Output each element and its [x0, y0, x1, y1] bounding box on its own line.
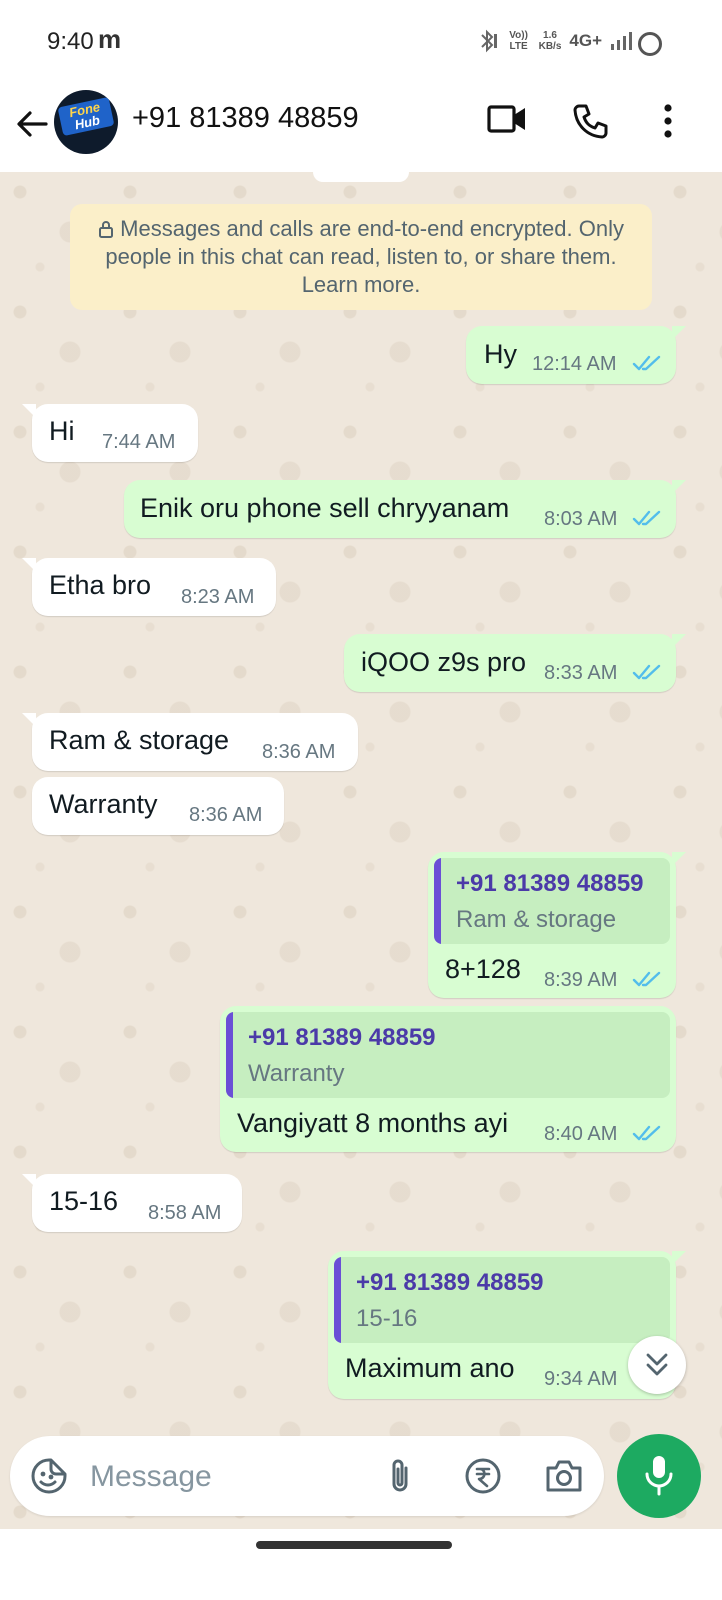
- chat-area[interactable]: Messages and calls are end-to-end encryp…: [0, 172, 722, 1529]
- message-time: 9:34 AM: [544, 1368, 618, 1390]
- message-time: 8:36 AM: [262, 741, 336, 763]
- message-text: Hi: [49, 416, 75, 446]
- video-call-icon[interactable]: [486, 102, 528, 136]
- message-composer: [10, 1436, 604, 1516]
- quoted-message[interactable]: +91 81389 48859 Warranty: [226, 1012, 670, 1098]
- encryption-notice[interactable]: Messages and calls are end-to-end encryp…: [70, 204, 652, 310]
- status-time: 9:40: [47, 28, 94, 55]
- signal-icon: [611, 32, 632, 50]
- network-speed: 1.6 KB/s: [539, 30, 562, 52]
- quote-text: Ram & storage: [456, 906, 617, 933]
- message-bubble-incoming[interactable]: Ram & storage 8:36 AM: [22, 713, 358, 771]
- message-time: 8:23 AM: [181, 586, 255, 608]
- home-indicator[interactable]: [256, 1541, 452, 1549]
- back-arrow-icon[interactable]: [14, 106, 50, 142]
- message-text: Enik oru phone sell chryyanam: [140, 493, 510, 523]
- quote-bar: [434, 858, 441, 944]
- chat-header: Fone Hub +91 81389 48859: [0, 86, 722, 172]
- read-receipt-icon: [632, 1125, 661, 1141]
- voice-record-button[interactable]: [617, 1434, 701, 1518]
- encryption-text: Messages and calls are end-to-end encryp…: [90, 215, 632, 299]
- scroll-to-bottom-button[interactable]: [628, 1336, 686, 1394]
- quoted-message[interactable]: +91 81389 48859 15-16: [334, 1257, 670, 1343]
- bubble-tail: [672, 852, 686, 866]
- more-options-icon[interactable]: [660, 102, 676, 140]
- voice-call-icon[interactable]: [572, 102, 610, 140]
- carrier-glyph: m: [98, 24, 122, 54]
- message-input[interactable]: [88, 1448, 372, 1506]
- message-text: Etha bro: [49, 570, 152, 600]
- avatar-logo: Fone Hub: [57, 96, 115, 137]
- quote-author: +91 81389 48859: [248, 1024, 436, 1051]
- double-chevron-down-icon: [646, 1353, 668, 1376]
- quote-text: 15-16: [356, 1305, 418, 1332]
- bubble-tail: [672, 480, 686, 494]
- bubble-tail: [22, 1174, 36, 1188]
- message-bubble-incoming[interactable]: Etha bro 8:23 AM: [22, 558, 276, 616]
- network-type: 4G+: [569, 31, 602, 50]
- read-receipt-icon: [632, 510, 661, 526]
- date-pill: [313, 172, 409, 182]
- message-time: 12:14 AM: [532, 353, 617, 375]
- lock-icon: [99, 221, 114, 238]
- message-text: Warranty: [49, 789, 158, 819]
- speed-unit: KB/s: [538, 41, 562, 52]
- rupee-payment-icon[interactable]: [464, 1457, 502, 1495]
- message-time: 8:03 AM: [544, 508, 618, 530]
- bubble-tail: [22, 713, 36, 727]
- quote-text: Warranty: [248, 1060, 345, 1087]
- quote-author: +91 81389 48859: [456, 870, 644, 897]
- status-icons: Vo)) LTE 1.6 KB/s 4G+: [477, 28, 632, 54]
- battery-ring-icon: [638, 32, 662, 56]
- bubble-tail: [672, 326, 686, 340]
- message-time: 8:40 AM: [544, 1123, 618, 1145]
- bubble-tail: [672, 634, 686, 648]
- bubble-tail: [672, 1251, 686, 1265]
- message-time: 8:39 AM: [544, 969, 618, 991]
- message-bubble-outgoing[interactable]: +91 81389 48859 15-16 Maximum ano 9:34 A…: [328, 1251, 686, 1399]
- status-bar: 9:40 m Vo)) LTE 1.6 KB/s 4G+: [0, 0, 722, 86]
- message-time: 8:36 AM: [189, 804, 263, 826]
- encryption-message: Messages and calls are end-to-end encryp…: [105, 216, 624, 297]
- read-receipt-icon: [632, 664, 661, 680]
- quoted-message[interactable]: +91 81389 48859 Ram & storage: [434, 858, 670, 944]
- quote-bar: [226, 1012, 233, 1098]
- contact-name[interactable]: +91 81389 48859: [132, 102, 359, 135]
- bluetooth-icon: [480, 29, 497, 53]
- message-text: Hy: [484, 339, 517, 369]
- sticker-icon[interactable]: [30, 1457, 68, 1495]
- read-receipt-icon: [632, 355, 661, 371]
- volte-indicator: Vo)) LTE: [509, 30, 528, 52]
- mic-icon: [645, 1456, 673, 1496]
- message-bubble-outgoing[interactable]: Enik oru phone sell chryyanam 8:03 AM: [124, 480, 686, 538]
- attach-icon[interactable]: [386, 1456, 414, 1496]
- message-text: iQOO z9s pro: [361, 647, 527, 677]
- message-text: Ram & storage: [49, 725, 230, 755]
- read-receipt-icon: [632, 971, 661, 987]
- message-bubble-incoming[interactable]: 15-16 8:58 AM: [22, 1174, 242, 1232]
- speed-value: 1.6: [543, 30, 557, 41]
- message-text: Vangiyatt 8 months ayi: [237, 1108, 509, 1138]
- bubble-tail: [22, 404, 36, 418]
- quote-bar: [334, 1257, 341, 1343]
- navigation-bar: [0, 1529, 722, 1600]
- avatar[interactable]: Fone Hub: [54, 90, 118, 154]
- message-text: 15-16: [49, 1186, 119, 1216]
- quote-author: +91 81389 48859: [356, 1269, 544, 1296]
- message-bubble-outgoing[interactable]: Hy 12:14 AM: [466, 326, 686, 384]
- message-text: Maximum ano: [345, 1353, 515, 1383]
- message-time: 7:44 AM: [102, 431, 176, 453]
- message-bubble-outgoing[interactable]: +91 81389 48859 Warranty Vangiyatt 8 mon…: [220, 1006, 676, 1152]
- message-time: 8:58 AM: [148, 1202, 222, 1224]
- message-bubble-incoming[interactable]: Warranty 8:36 AM: [32, 777, 284, 835]
- camera-icon[interactable]: [544, 1457, 584, 1495]
- bubble-tail: [22, 558, 36, 572]
- message-text: 8+128: [445, 954, 521, 984]
- message-bubble-incoming[interactable]: Hi 7:44 AM: [22, 404, 198, 462]
- message-bubble-outgoing[interactable]: +91 81389 48859 Ram & storage 8+128 8:39…: [428, 852, 686, 998]
- message-bubble-outgoing[interactable]: iQOO z9s pro 8:33 AM: [344, 634, 686, 692]
- message-time: 8:33 AM: [544, 662, 618, 684]
